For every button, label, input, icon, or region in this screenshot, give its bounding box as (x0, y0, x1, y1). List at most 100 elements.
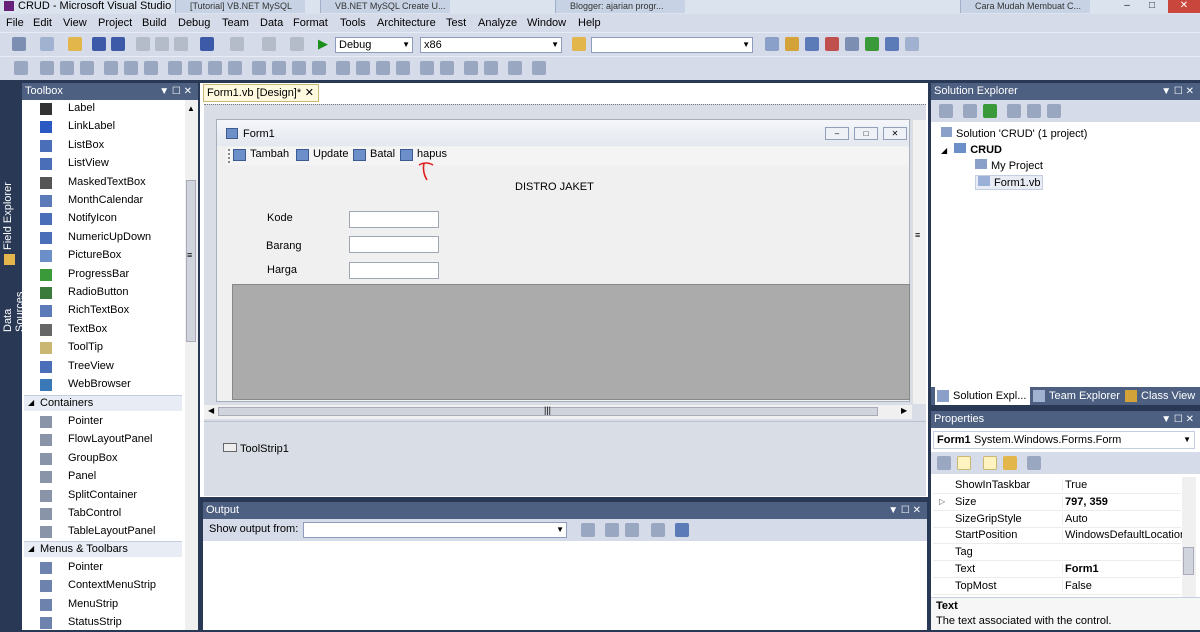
refresh-icon[interactable] (983, 104, 997, 118)
toolstrip1-component[interactable]: ToolStrip1 (240, 443, 289, 455)
horizontal-spacing-icon[interactable] (252, 61, 266, 75)
open-file-icon[interactable] (68, 37, 82, 51)
categorized-icon[interactable] (937, 456, 951, 470)
navigate-back-icon[interactable] (262, 37, 276, 51)
toolbox-item[interactable]: Panel (22, 468, 182, 486)
form-close-icon[interactable]: ✕ (883, 127, 907, 140)
solution-explorer-icon[interactable] (765, 37, 779, 51)
increase-hspacing-icon[interactable] (272, 61, 286, 75)
minimize-icon[interactable]: – (1115, 0, 1139, 13)
update-button[interactable]: Update (296, 148, 348, 162)
word-wrap-icon[interactable] (675, 523, 689, 537)
view-designer-icon[interactable] (1027, 104, 1041, 118)
output-source-select[interactable]: ▼ (303, 522, 567, 538)
menu-data[interactable]: Data (260, 16, 283, 30)
toolbox-item[interactable]: Pointer (22, 559, 182, 577)
toolbox-item[interactable]: WebBrowser (22, 376, 182, 394)
solution-node[interactable]: Solution 'CRUD' (1 project) (941, 127, 1087, 140)
find-in-files-icon[interactable] (572, 37, 586, 51)
object-browser-icon[interactable] (805, 37, 819, 51)
remove-vspacing-icon[interactable] (396, 61, 410, 75)
toolbox-item[interactable]: LinkLabel (22, 118, 182, 136)
align-middles-icon[interactable] (124, 61, 138, 75)
toolbox-icon[interactable] (825, 37, 839, 51)
bring-to-front-icon[interactable] (464, 61, 478, 75)
expand-icon[interactable]: ▷ (939, 497, 945, 506)
property-value[interactable]: True (1062, 479, 1182, 491)
doc-dropdown-icon[interactable]: ▼ (912, 88, 921, 98)
tab-solution-explorer[interactable]: Solution Expl... (935, 387, 1031, 405)
menu-test[interactable]: Test (446, 16, 466, 30)
collapse-icon[interactable]: ◢ (941, 146, 947, 155)
add-item-icon[interactable] (40, 37, 54, 51)
view-code-icon[interactable] (1007, 104, 1021, 118)
menu-format[interactable]: Format (293, 16, 328, 30)
property-row[interactable]: StartPosition WindowsDefaultLocation (933, 527, 1182, 545)
scroll-up-icon[interactable]: ▲ (187, 104, 195, 113)
show-all-files-icon[interactable] (963, 104, 977, 118)
tambah-button[interactable]: Tambah (233, 148, 289, 162)
toolbox-group-menus-toolbars[interactable]: ◢ Menus & Toolbars (24, 541, 182, 557)
form-minimize-icon[interactable]: – (825, 127, 849, 140)
properties-scrollbar[interactable] (1182, 477, 1196, 599)
copy-icon[interactable] (155, 37, 169, 51)
center-horizontally-icon[interactable] (420, 61, 434, 75)
clear-all-icon[interactable] (651, 523, 665, 537)
barang-textbox[interactable] (349, 236, 439, 253)
project-node[interactable]: ◢ CRUD (941, 143, 1002, 156)
property-row[interactable]: Text Form1 (933, 561, 1181, 578)
align-centers-icon[interactable] (60, 61, 74, 75)
alphabetical-icon[interactable] (957, 456, 971, 470)
toolbox-group-containers[interactable]: ◢ Containers (24, 395, 182, 411)
toolbox-item[interactable]: ListView (22, 155, 182, 173)
toolbox-item[interactable]: GroupBox (22, 450, 182, 468)
close-icon[interactable]: ✕ (1168, 0, 1200, 13)
start-debugging-icon[interactable]: ▶ (318, 36, 328, 52)
designer-vscrollbar[interactable]: ≡ (912, 120, 926, 404)
send-to-back-icon[interactable] (484, 61, 498, 75)
properties-icon[interactable] (939, 104, 953, 118)
toolbox-item[interactable]: ToolTip (22, 339, 182, 357)
toolbox-item[interactable]: TableLayoutPanel (22, 523, 182, 541)
decrease-hspacing-icon[interactable] (292, 61, 306, 75)
make-same-size-icon[interactable] (228, 61, 242, 75)
toolbox-item[interactable]: ProgressBar (22, 266, 182, 284)
close-tab-icon[interactable]: ✕ (305, 85, 314, 101)
menu-help[interactable]: Help (578, 16, 601, 30)
property-row[interactable]: Tag (933, 544, 1181, 562)
tools-icon[interactable] (845, 37, 859, 51)
align-bottoms-icon[interactable] (144, 61, 158, 75)
scroll-right-icon[interactable]: ▶ (901, 406, 907, 415)
make-same-width-icon[interactable] (168, 61, 182, 75)
events-icon[interactable] (1003, 456, 1017, 470)
browser-tab[interactable]: Cara Mudah Membuat C... (960, 0, 1090, 13)
property-row[interactable]: ShowInTaskbar True (933, 477, 1181, 494)
toolbox-item[interactable]: SplitContainer (22, 487, 182, 505)
toolbox-item[interactable]: TextBox (22, 321, 182, 339)
new-project-icon[interactable] (12, 37, 26, 51)
toolstrip-grip-icon[interactable] (228, 149, 232, 163)
properties-view-icon[interactable] (983, 456, 997, 470)
toolbox-item[interactable]: MaskedTextBox (22, 174, 182, 192)
field-explorer-tab[interactable]: Field Explorer (2, 182, 14, 250)
kode-textbox[interactable] (349, 211, 439, 228)
align-to-grid-icon[interactable] (14, 61, 28, 75)
menu-project[interactable]: Project (98, 16, 132, 30)
save-icon[interactable] (92, 37, 106, 51)
properties-window-controls[interactable]: ▼ ☐ ✕ (1161, 411, 1194, 428)
toolbox-item[interactable]: RadioButton (22, 284, 182, 302)
go-to-line-icon[interactable] (581, 523, 595, 537)
toolbox-item[interactable]: MenuStrip (22, 596, 182, 614)
lock-controls-icon[interactable] (532, 61, 546, 75)
menu-view[interactable]: View (63, 16, 87, 30)
property-row[interactable]: SizeGripStyle Auto (933, 511, 1181, 528)
property-value[interactable]: 797, 359 (1062, 495, 1182, 508)
navigate-forward-icon[interactable] (290, 37, 304, 51)
menu-analyze[interactable]: Analyze (478, 16, 517, 30)
tab-class-view[interactable]: Class View (1125, 389, 1195, 403)
output-window-controls[interactable]: ▼ ☐ ✕ (888, 502, 921, 519)
increase-vspacing-icon[interactable] (356, 61, 370, 75)
menu-window[interactable]: Window (527, 16, 566, 30)
platform-select[interactable]: x86 ▼ (420, 37, 562, 53)
prev-message-icon[interactable] (605, 523, 619, 537)
